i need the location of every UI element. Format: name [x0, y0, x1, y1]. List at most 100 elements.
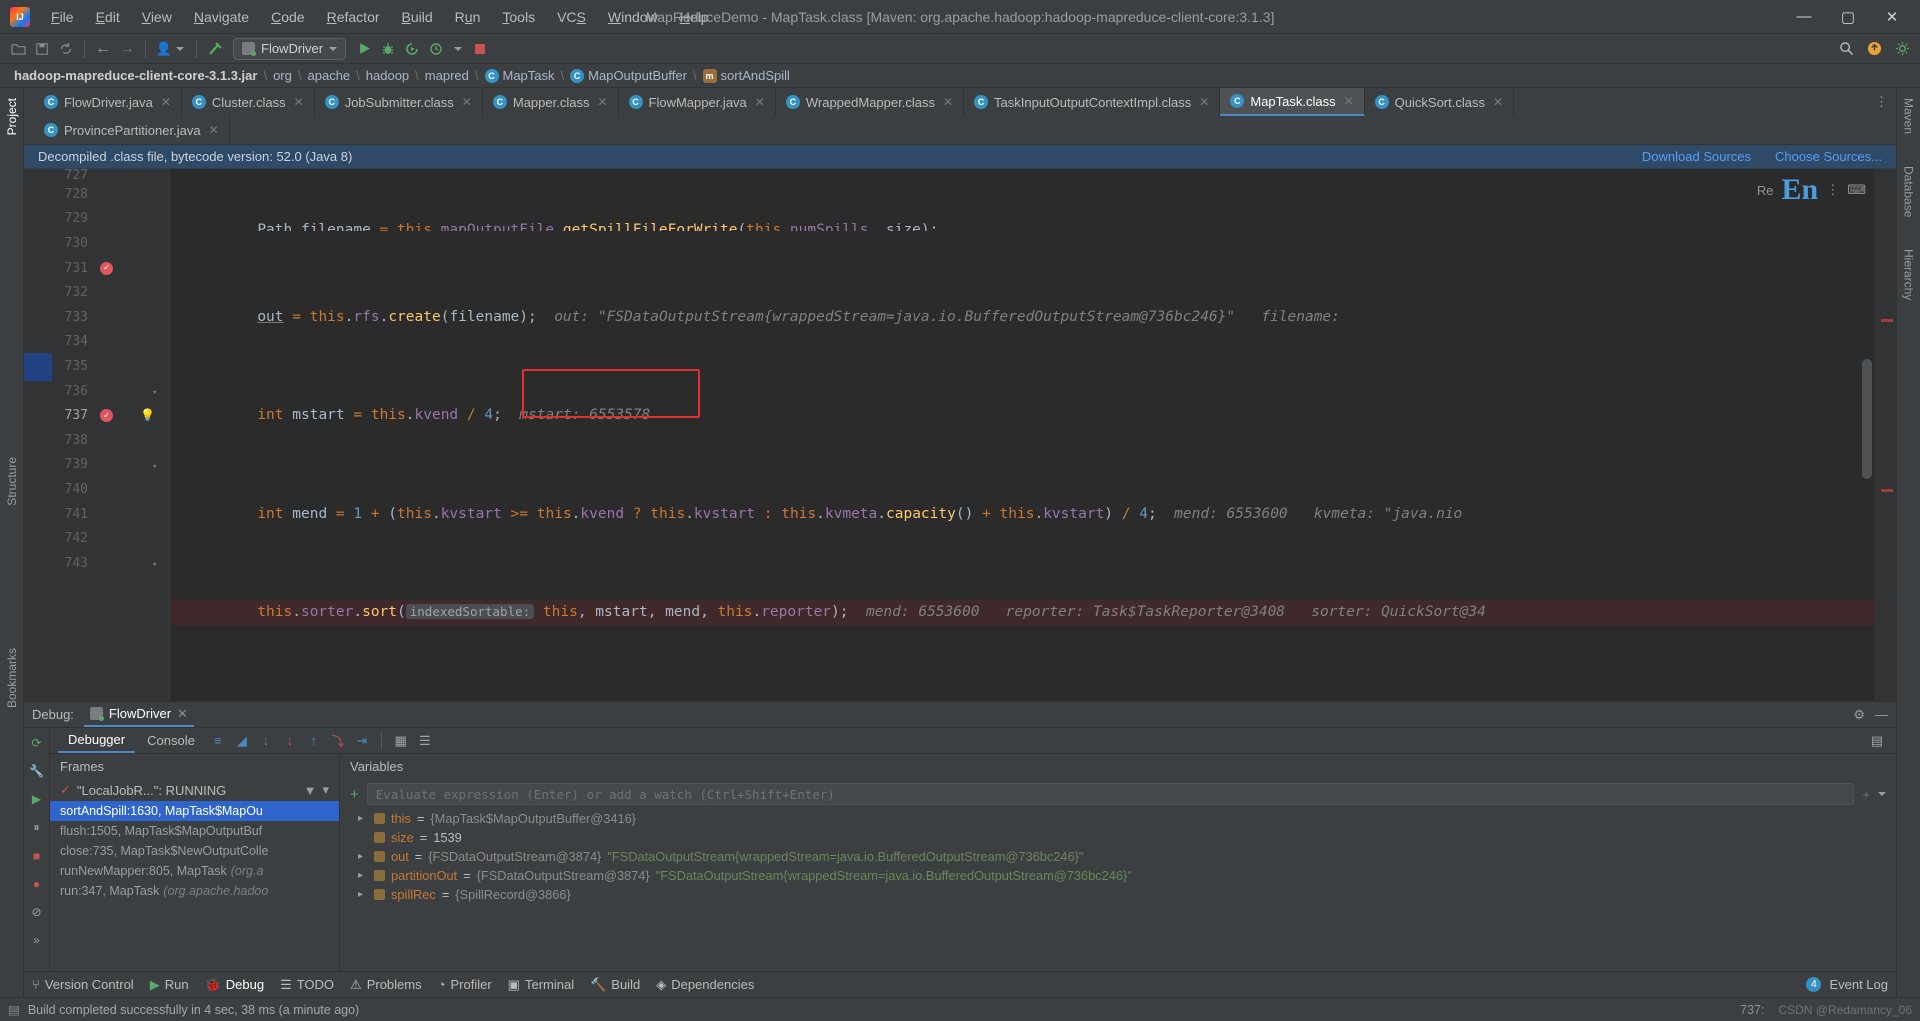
drop-frame-icon[interactable]: ⤵ [327, 731, 349, 751]
save-all-icon[interactable] [30, 37, 54, 61]
download-sources-link[interactable]: Download Sources [1642, 149, 1751, 164]
tab-wrappedmapper-class[interactable]: C WrappedMapper.class ✕ [775, 88, 965, 116]
caret-position[interactable]: 737: [1740, 1003, 1764, 1017]
resume-icon[interactable]: ▶ [32, 792, 41, 806]
settings-wrench-icon[interactable]: 🔧 [29, 764, 44, 778]
menu-file[interactable]: FFileile [40, 5, 85, 29]
minimize-button[interactable]: — [1782, 1, 1826, 33]
ime-dots-icon[interactable]: ⋮ [1826, 182, 1839, 198]
tool-version-control[interactable]: ⑂ Version Control [32, 977, 134, 992]
profile-dropdown-icon[interactable] [176, 46, 184, 51]
run-button[interactable] [352, 37, 376, 61]
run-with-coverage-button[interactable] [400, 37, 424, 61]
expand-arrow-icon[interactable]: ▸ [358, 889, 368, 900]
debug-button[interactable] [376, 37, 400, 61]
tab-debugger[interactable]: Debugger [58, 728, 136, 753]
search-everywhere-icon[interactable] [1834, 37, 1858, 61]
tab-close-icon[interactable]: ✕ [755, 95, 765, 109]
tab-close-icon[interactable]: ✕ [597, 95, 607, 109]
ime-language-badge[interactable]: En [1782, 173, 1819, 207]
breakpoint-icon[interactable] [100, 409, 113, 423]
sidebar-item-bookmarks[interactable]: Bookmarks [3, 644, 21, 712]
tab-provincepartitioner-java[interactable]: C ProvincePartitioner.java ✕ [24, 116, 230, 144]
tab-quicksort-class[interactable]: C QuickSort.class ✕ [1364, 88, 1515, 116]
expand-arrow-icon[interactable]: ▸ [358, 870, 368, 881]
show-execution-point-icon[interactable]: ≡ [207, 731, 229, 751]
settings-gear-icon[interactable] [1890, 37, 1914, 61]
thread-selector[interactable]: ✓ "LocalJobR...": RUNNING ▼ ▾ [50, 779, 339, 801]
step-out-icon[interactable]: ↑ [303, 731, 325, 751]
menu-view[interactable]: View [131, 5, 183, 29]
intention-bulb-icon[interactable]: 💡 [140, 408, 155, 422]
tool-debug[interactable]: 🐞 Debug [205, 977, 265, 993]
stop-icon[interactable]: ■ [33, 849, 40, 863]
status-layout-icon[interactable]: ▤ [8, 1002, 20, 1017]
tab-close-icon[interactable]: ✕ [943, 95, 953, 109]
tab-jobsubmitter-class[interactable]: C JobSubmitter.class ✕ [314, 88, 483, 116]
step-into-icon[interactable]: ↓ [255, 731, 277, 751]
menu-refactor[interactable]: Refactor [316, 5, 391, 29]
frame-item-flush[interactable]: flush:1505, MapTask$MapOutputBuf [50, 821, 339, 841]
settings-list-icon[interactable]: ☰ [414, 731, 436, 751]
error-stripe-mark[interactable] [1881, 319, 1893, 322]
editor-vertical-scrollbar[interactable] [1862, 359, 1872, 479]
tab-close-icon[interactable]: ✕ [161, 95, 171, 109]
variable-row-out[interactable]: ▸ out = {FSDataOutputStream@3874} "FSDat… [340, 847, 1896, 866]
open-project-icon[interactable] [6, 37, 30, 61]
rerun-icon[interactable]: ⟳ [31, 736, 41, 750]
update-available-icon[interactable] [1862, 37, 1886, 61]
breadcrumb-item-org[interactable]: org [269, 68, 296, 83]
session-close-icon[interactable]: ✕ [177, 706, 188, 722]
profiler-dropdown-icon[interactable] [454, 46, 463, 51]
tab-maptask-class[interactable]: C MapTask.class ✕ [1220, 88, 1365, 116]
code-editor[interactable]: 727 728 729 730 731 732 733 734 735 736▾… [24, 169, 1896, 701]
frame-item-runnewmapper[interactable]: runNewMapper:805, MapTask (org.a [50, 861, 339, 881]
evaluate-expression-input[interactable]: Evaluate expression (Enter) or add a wat… [366, 783, 1855, 805]
expand-arrow-icon[interactable]: ▸ [358, 851, 368, 862]
variable-row-partitionout[interactable]: ▸ partitionOut = {FSDataOutputStream@387… [340, 866, 1896, 885]
menu-code[interactable]: Code [260, 5, 315, 29]
gutter-line-current[interactable]: 737💡 [52, 403, 169, 428]
choose-sources-link[interactable]: Choose Sources... [1775, 149, 1882, 164]
pause-icon[interactable]: ⏸ [33, 820, 39, 835]
tool-terminal[interactable]: ▣ Terminal [508, 977, 574, 993]
tab-mapper-class[interactable]: C Mapper.class ✕ [482, 88, 619, 116]
menu-tools[interactable]: Tools [491, 5, 546, 29]
tab-close-icon[interactable]: ✕ [1199, 95, 1209, 109]
debug-minimize-icon[interactable]: — [1875, 707, 1888, 723]
code-content[interactable]: Path filename = this.mapOutputFile.getSp… [170, 169, 1874, 701]
frame-item-close[interactable]: close:735, MapTask$NewOutputColle [50, 841, 339, 861]
profiler-button[interactable] [424, 37, 448, 61]
frame-item-sortandspill[interactable]: sortAndSpill:1630, MapTask$MapOu [50, 801, 339, 821]
ime-keyboard-icon[interactable]: ⌨ [1847, 182, 1866, 198]
sidebar-item-project[interactable]: Project [3, 94, 21, 139]
menu-run[interactable]: Run [444, 5, 492, 29]
tabs-overflow-icon[interactable]: ⋮ [1867, 88, 1896, 116]
editor-gutter[interactable]: 727 728 729 730 731 732 733 734 735 736▾… [52, 169, 170, 701]
watch-add-icon[interactable]: + [1862, 787, 1870, 802]
debug-session-tab[interactable]: FlowDriver ✕ [83, 702, 194, 727]
tab-close-icon[interactable]: ✕ [1344, 94, 1354, 108]
variable-row-spillrec[interactable]: ▸ spillRec = {SpillRecord@3866} [340, 885, 1896, 904]
thread-dropdown-icon[interactable]: ▾ [322, 782, 329, 798]
close-button[interactable]: ✕ [1870, 1, 1914, 33]
menu-help[interactable]: Help [669, 5, 720, 29]
tool-todo[interactable]: ☰ TODO [280, 977, 334, 993]
menu-window[interactable]: Window [597, 5, 669, 29]
frame-item-run[interactable]: run:347, MapTask (org.apache.hadoo [50, 881, 339, 901]
variable-row-this[interactable]: ▸ this = {MapTask$MapOutputBuffer@3416} [340, 809, 1896, 828]
breadcrumb-item-mapoutputbuffer[interactable]: C MapOutputBuffer [566, 68, 691, 83]
breadcrumb-item-mapred[interactable]: mapred [421, 68, 473, 83]
menu-vcs[interactable]: VCS [546, 5, 597, 29]
debug-settings-icon[interactable]: ⚙ [1853, 707, 1865, 723]
maximize-button[interactable]: ▢ [1826, 1, 1870, 33]
menu-navigate[interactable]: Navigate [183, 5, 260, 29]
code-fold-icon[interactable]: ▾ [152, 560, 157, 570]
expand-arrow-icon[interactable]: ▸ [358, 813, 368, 824]
tab-flowmapper-java[interactable]: C FlowMapper.java ✕ [618, 88, 776, 116]
tool-problems[interactable]: ⚠ Problems [350, 977, 422, 993]
evaluate-expression-icon[interactable]: ▦ [390, 731, 412, 751]
event-log-button[interactable]: 4 Event Log [1806, 977, 1888, 992]
tab-taskinputoutputcontextimpl-class[interactable]: C TaskInputOutputContextImpl.class ✕ [964, 88, 1221, 116]
layout-settings-icon[interactable]: ▤ [1866, 731, 1888, 751]
